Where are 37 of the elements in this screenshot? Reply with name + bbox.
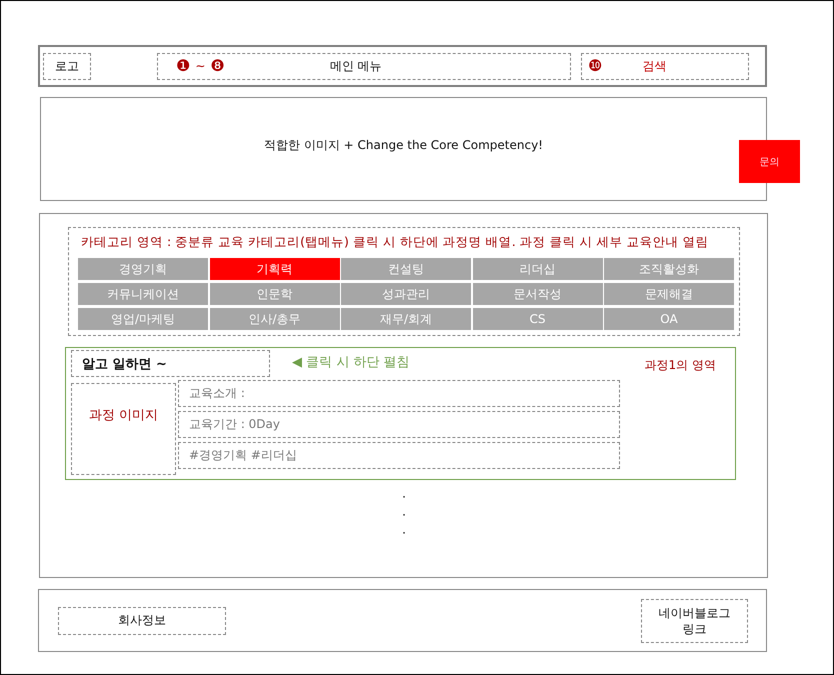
company-info-placeholder[interactable]: 회사정보 [58, 606, 226, 634]
category-tab[interactable]: 경영기획 [78, 258, 208, 280]
main-menu-label: 메인 메뉴 [330, 58, 382, 74]
category-tab[interactable]: 문제해결 [604, 283, 734, 305]
continuation-dot: · [402, 525, 406, 542]
inquiry-button[interactable]: 문의 [739, 140, 800, 183]
category-tab[interactable]: 리더십 [472, 258, 602, 280]
category-tab[interactable]: 성과관리 [341, 283, 471, 305]
course-title[interactable]: 알고 일하면 ~ [71, 350, 270, 377]
category-tab[interactable]: 컨설팅 [341, 258, 471, 280]
category-tab[interactable]: 인사/총무 [210, 308, 340, 330]
continuation-dot: · [402, 507, 406, 524]
course-detail-field: 교육소개 : [178, 380, 620, 407]
category-tab[interactable]: 기획력 [210, 258, 340, 280]
course-detail-field: 교육기간 : 0Day [178, 411, 620, 438]
continuation-dot: · [402, 489, 406, 506]
category-tab[interactable]: 영업/마케팅 [78, 308, 208, 330]
logo-placeholder[interactable]: 로고 [43, 52, 91, 80]
number-mark: ❶ [176, 58, 190, 74]
category-tab[interactable]: OA [604, 308, 734, 330]
number-mark: ❿ [588, 58, 602, 74]
category-tab[interactable]: 커뮤니케이션 [78, 283, 208, 305]
range-separator: ~ [195, 59, 206, 73]
search-label: 검색 [642, 58, 666, 74]
number-mark: ❽ [210, 58, 225, 74]
course-detail-field: #경영기획 #리더십 [178, 442, 620, 469]
category-note: 카테고리 영역 : 중분류 교육 카테고리(탭메뉴) 클릭 시 하단에 과정명 배열. 과정 클릭 시 세부 교육안내 열림 [81, 233, 710, 251]
category-tab[interactable]: 인문학 [210, 283, 340, 305]
banner-text: 적합한 이미지 + Change the Core Competency! [264, 136, 543, 154]
category-tab[interactable]: 조직활성화 [604, 258, 734, 280]
category-tab[interactable]: 재무/회계 [341, 308, 471, 330]
course-area-label: 과정1의 영역 [644, 356, 716, 374]
category-tab[interactable]: 문서작성 [472, 283, 602, 305]
category-tab[interactable]: CS [472, 308, 602, 330]
hint-text: ◀ 클릭 시 하단 펼침 [292, 354, 410, 371]
blog-link-placeholder[interactable]: 네이버블로그 링크 [641, 598, 748, 642]
course-image-placeholder[interactable]: 과정 이미지 [71, 383, 176, 475]
